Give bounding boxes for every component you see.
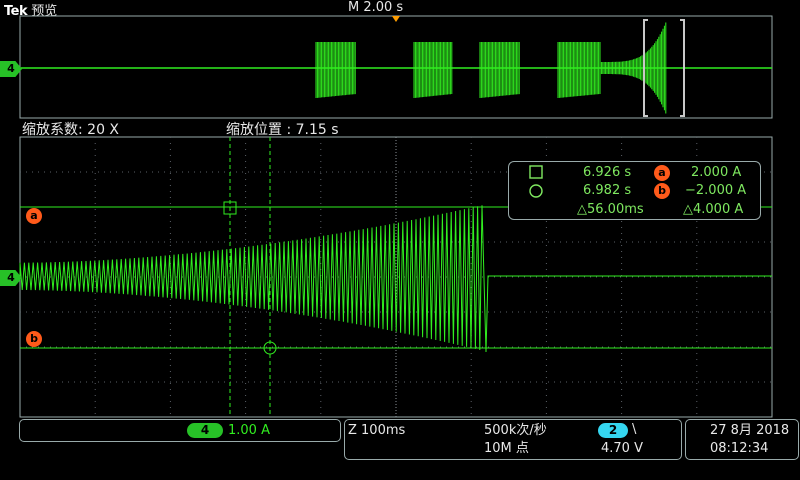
channel4-scale: 1.00 A <box>228 423 270 438</box>
cursor-a-value: 2.000 A <box>691 165 742 180</box>
trigger-level: 4.70 V <box>601 441 643 456</box>
cursor-a-marker[interactable]: a <box>26 208 42 224</box>
record-length: 10M 点 <box>484 441 529 456</box>
channel4-badge[interactable]: 4 <box>187 423 223 438</box>
delta-time: △56.00ms <box>577 202 644 217</box>
trigger-slope-icon: \ <box>632 422 637 437</box>
cursor2-time: 6.982 s <box>583 183 632 198</box>
cursor-b-readout-marker: b <box>654 183 670 199</box>
cursor-a-readout-marker: a <box>654 165 670 181</box>
acquisition-panel[interactable]: Z 100ms 500k次/秒 10M 点 2 \ 4.70 V <box>344 419 682 460</box>
cursor1-time: 6.926 s <box>583 165 632 180</box>
cursor-b-marker[interactable]: b <box>26 331 42 347</box>
delta-value: △4.000 A <box>683 202 744 217</box>
sample-rate: 500k次/秒 <box>484 423 547 438</box>
cursor-readout-box: 6.926 s 6.982 s △56.00ms a b 2.000 A −2.… <box>508 161 761 220</box>
circle-cursor-icon <box>529 184 543 198</box>
channel-scale-panel[interactable]: 4 1.00 A <box>19 419 341 442</box>
zoom-graticule[interactable] <box>0 0 800 480</box>
datetime-panel: 27 8月 2018 08:12:34 <box>685 419 799 460</box>
square-cursor-icon <box>529 165 543 179</box>
trigger-source-badge[interactable]: 2 <box>598 423 628 438</box>
time-label: 08:12:34 <box>710 441 769 456</box>
zoom-timebase: Z 100ms <box>348 423 406 438</box>
cursor-b-value: −2.000 A <box>685 183 747 198</box>
date-label: 27 8月 2018 <box>710 423 790 438</box>
